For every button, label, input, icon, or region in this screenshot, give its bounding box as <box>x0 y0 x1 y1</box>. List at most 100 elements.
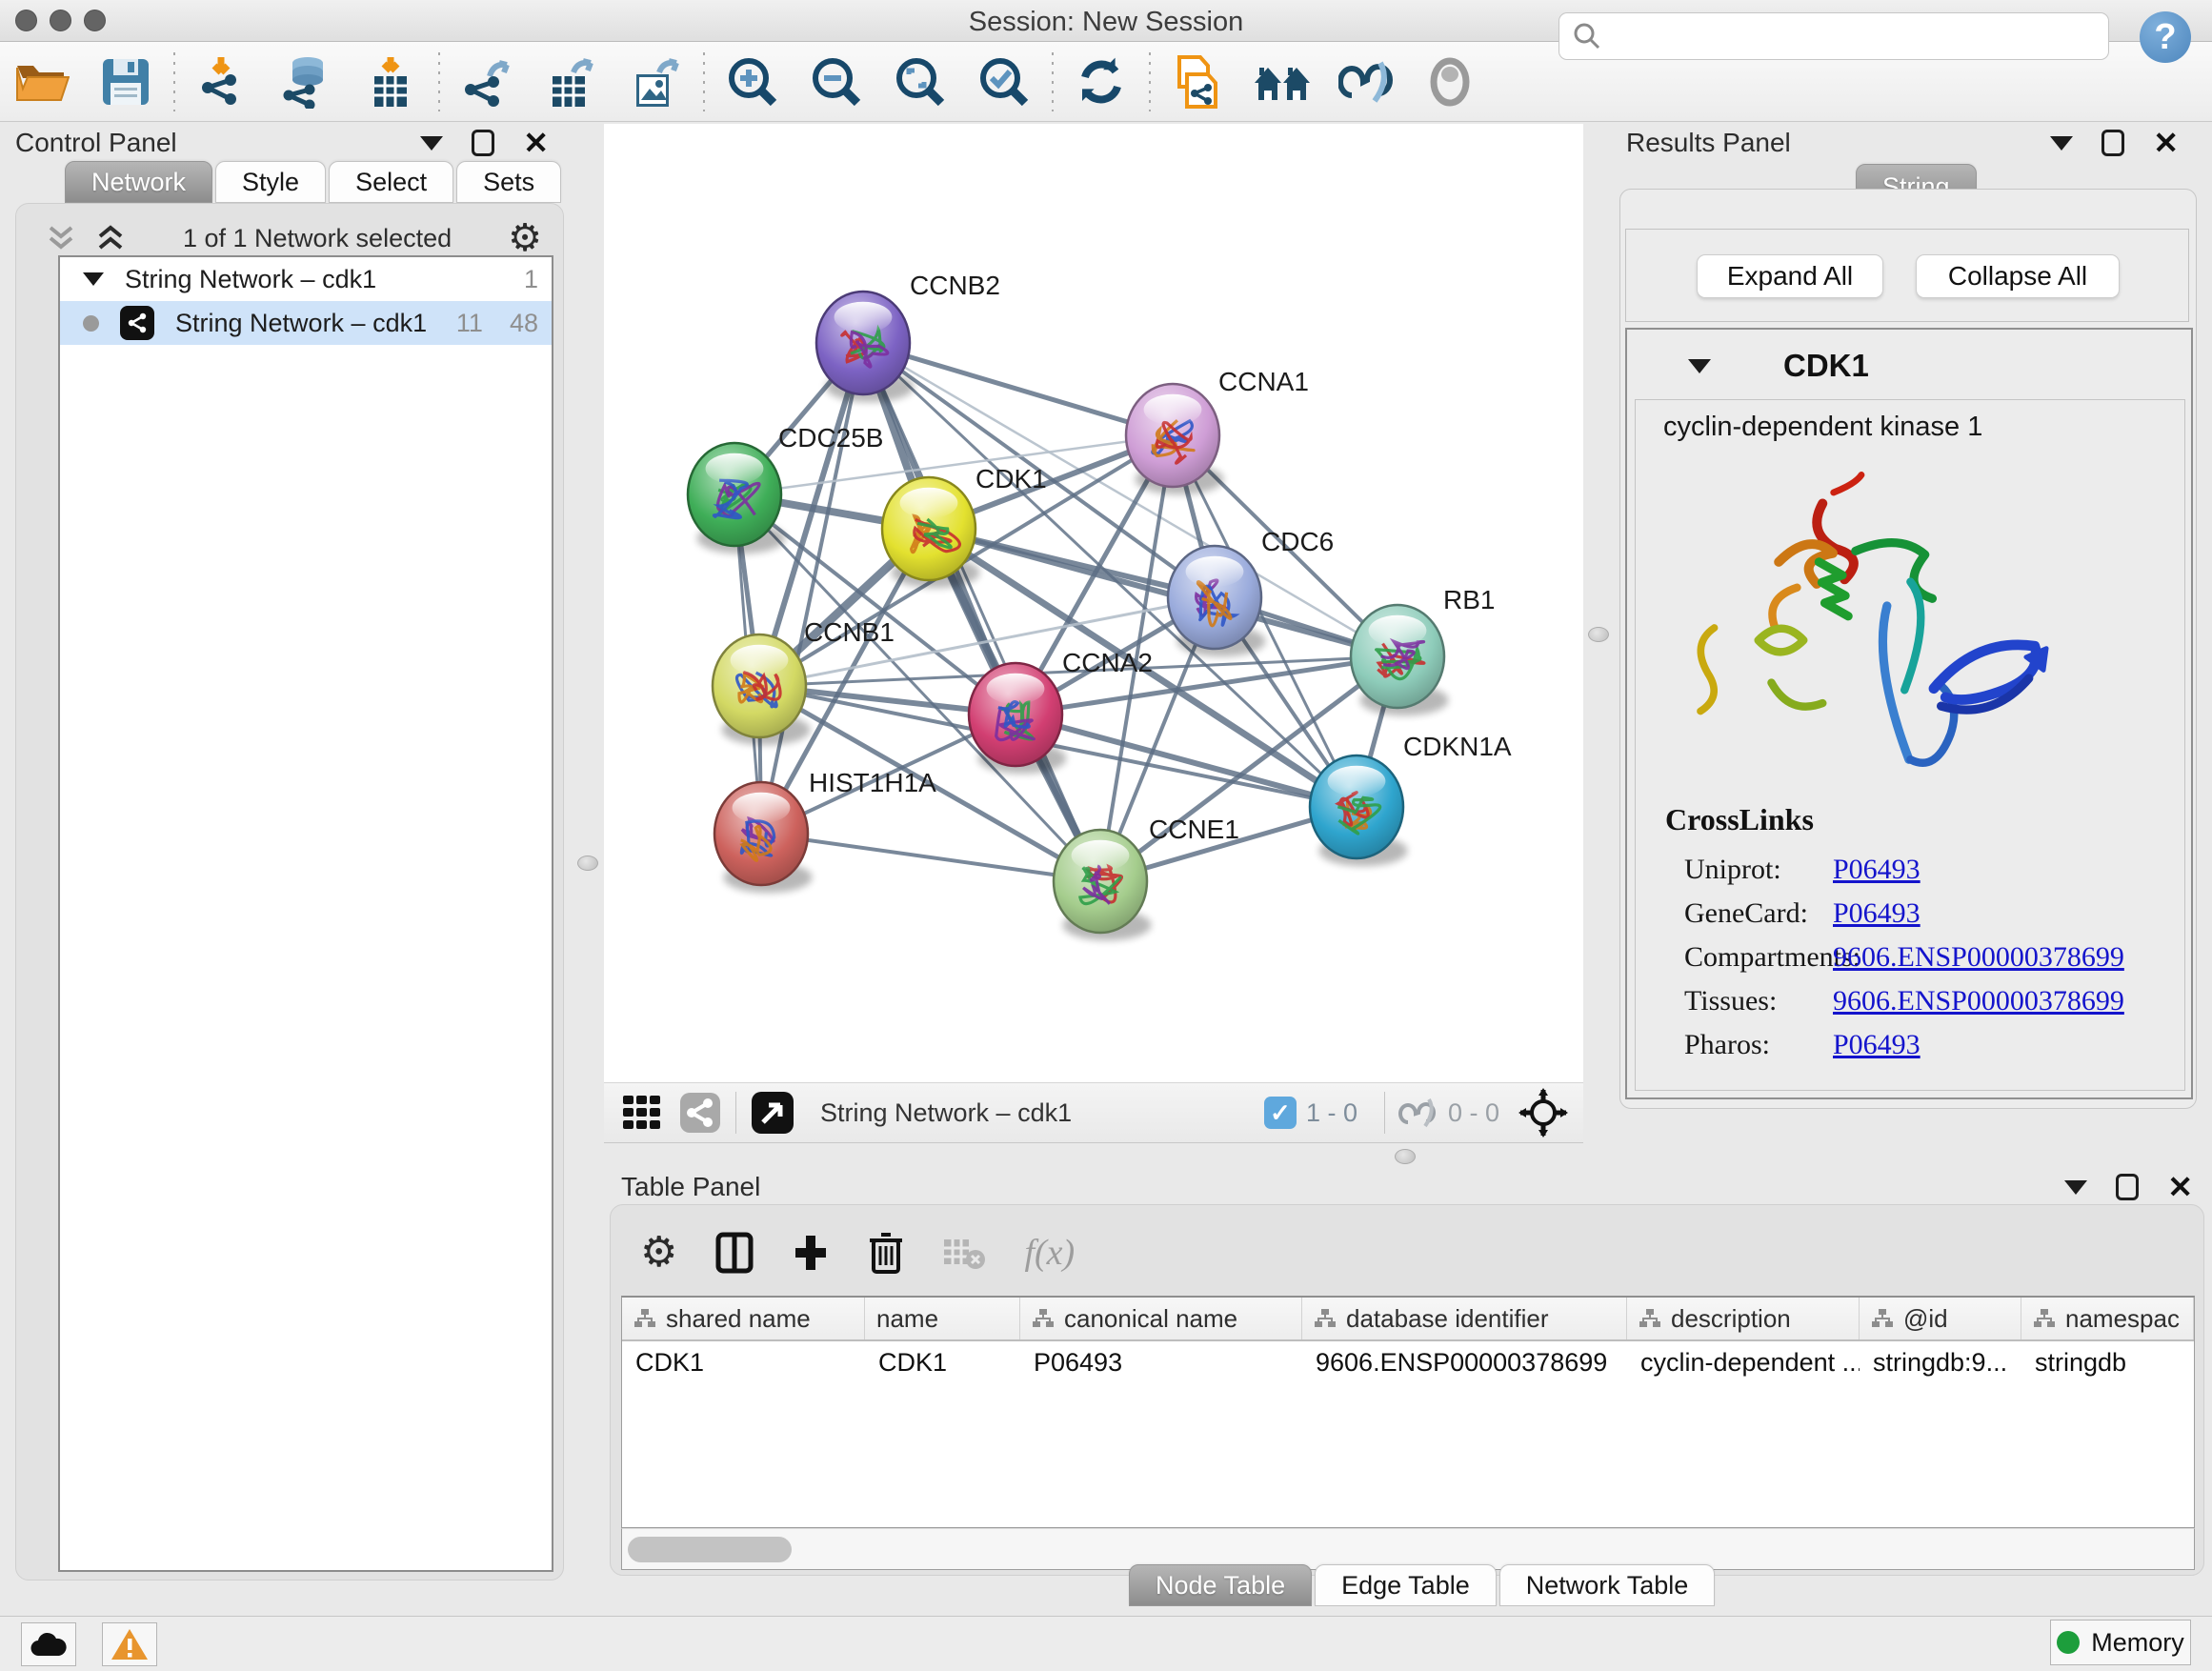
column-header-name[interactable]: name <box>865 1298 1020 1339</box>
right-splitter-handle[interactable] <box>1588 627 1609 642</box>
table-cell[interactable]: stringdb <box>2021 1341 2194 1383</box>
tree-row-collection[interactable]: String Network – cdk11 <box>60 257 552 301</box>
network-node-CDKN1A[interactable]: CDKN1A <box>1310 732 1512 866</box>
collapse-all-button[interactable]: Collapse All <box>1916 254 2120 298</box>
tree-expander-icon[interactable] <box>83 272 104 286</box>
export-image-button[interactable] <box>613 47 697 117</box>
table-cell[interactable]: CDK1 <box>622 1341 865 1383</box>
tab-node-table[interactable]: Node Table <box>1129 1564 1312 1606</box>
network-canvas[interactable]: CCNB2CCNA1CDC25BCDK1CDC6RB1CCNB1CCNA2CDK… <box>604 124 1583 1082</box>
cloud-button[interactable] <box>21 1622 76 1666</box>
collapse-all-networks-icon[interactable] <box>45 224 77 252</box>
tab-network-table[interactable]: Network Table <box>1499 1564 1716 1606</box>
column-header-canonical-name[interactable]: canonical name <box>1020 1298 1302 1339</box>
panel-menu-icon[interactable] <box>420 136 443 151</box>
warning-button[interactable] <box>102 1622 157 1666</box>
refresh-network-button[interactable] <box>1059 47 1143 117</box>
detach-view-icon[interactable] <box>750 1090 795 1136</box>
glasses-hidden-button[interactable] <box>1324 47 1408 117</box>
network-view-icon[interactable] <box>678 1091 722 1135</box>
count: 11 <box>456 309 483 338</box>
network-edge[interactable] <box>761 343 863 834</box>
column-header-shared-name[interactable]: shared name <box>622 1298 865 1339</box>
zoom-out-button[interactable] <box>794 47 878 117</box>
zoom-fit-button[interactable] <box>878 47 962 117</box>
zoom-fit-icon <box>894 55 947 109</box>
export-network-button[interactable] <box>446 47 530 117</box>
table-options-gear-icon[interactable] <box>640 1232 677 1274</box>
column-header--id[interactable]: @id <box>1860 1298 2021 1339</box>
tab-network[interactable]: Network <box>65 161 212 203</box>
open-session-button[interactable] <box>0 47 84 117</box>
network-node-CCNB2[interactable]: CCNB2 <box>816 271 1000 402</box>
crosslink-link[interactable]: 9606.ENSP00000378699 <box>1833 985 2124 1017</box>
eye-button[interactable] <box>1408 47 1492 117</box>
crosslink-link[interactable]: P06493 <box>1833 1029 1920 1061</box>
search-icon <box>1573 22 1601 50</box>
table-panel-tabs: Node TableEdge TableNetwork Table <box>1129 1564 1718 1606</box>
network-edge[interactable] <box>761 834 1100 881</box>
float-panel-icon[interactable] <box>2101 130 2124 156</box>
table-row[interactable]: CDK1CDK1P064939606.ENSP00000378699cyclin… <box>622 1341 2194 1383</box>
import-table-from-file-button[interactable] <box>349 47 432 117</box>
houses-button[interactable] <box>1240 47 1324 117</box>
panel-menu-icon[interactable] <box>2050 136 2073 151</box>
network-node-RB1[interactable]: RB1 <box>1351 585 1495 715</box>
table-cell[interactable]: 9606.ENSP00000378699 <box>1302 1341 1627 1383</box>
network-node-HIST1H1A[interactable]: HIST1H1A <box>714 768 936 893</box>
grid-view-icon[interactable] <box>621 1092 663 1134</box>
float-panel-icon[interactable] <box>472 130 494 156</box>
gene-section-expander-icon[interactable] <box>1688 359 1711 373</box>
horizontal-splitter-handle[interactable] <box>1395 1149 1416 1164</box>
tab-select[interactable]: Select <box>329 161 453 203</box>
column-header-database-identifier[interactable]: database identifier <box>1302 1298 1627 1339</box>
add-column-icon[interactable] <box>792 1232 830 1274</box>
scrollbar-thumb[interactable] <box>628 1537 792 1562</box>
selected-checkbox-icon[interactable] <box>1264 1097 1297 1129</box>
close-panel-icon[interactable] <box>523 128 549 158</box>
network-node-CDC6[interactable]: CDC6 <box>1168 527 1334 656</box>
table-cell[interactable]: stringdb:9... <box>1860 1341 2021 1383</box>
column-header-description[interactable]: description <box>1627 1298 1860 1339</box>
copy-documents-button[interactable] <box>1156 47 1240 117</box>
import-network-from-database-button[interactable] <box>265 47 349 117</box>
node-label-CCNE1: CCNE1 <box>1149 815 1239 844</box>
delete-column-icon[interactable] <box>868 1231 904 1275</box>
crosslink-link[interactable]: 9606.ENSP00000378699 <box>1833 941 2124 974</box>
table-cell[interactable]: P06493 <box>1020 1341 1302 1383</box>
open-folder-icon <box>14 58 70 106</box>
left-splitter-handle[interactable] <box>577 856 598 871</box>
show-columns-icon[interactable] <box>715 1232 754 1274</box>
expand-all-button[interactable]: Expand All <box>1697 254 1883 298</box>
zoom-in-button[interactable] <box>711 47 794 117</box>
table-cell[interactable]: CDK1 <box>865 1341 1020 1383</box>
table-cell[interactable]: cyclin-dependent ... <box>1627 1341 1860 1383</box>
results-panel-title: Results Panel <box>1626 128 1791 158</box>
network-options-gear-icon[interactable] <box>508 219 542 257</box>
import-network-from-file-button[interactable] <box>181 47 265 117</box>
save-session-button[interactable] <box>84 47 168 117</box>
panel-menu-icon[interactable] <box>2064 1180 2087 1195</box>
crosshair-icon[interactable] <box>1518 1088 1568 1137</box>
search-field <box>1558 12 2109 60</box>
help-button[interactable] <box>2140 11 2191 63</box>
float-panel-icon[interactable] <box>2116 1174 2139 1200</box>
close-panel-icon[interactable] <box>2167 1172 2193 1202</box>
export-table-button[interactable] <box>530 47 613 117</box>
tab-edge-table[interactable]: Edge Table <box>1315 1564 1497 1606</box>
crosslink-link[interactable]: P06493 <box>1833 897 1920 930</box>
crosslink-link[interactable]: P06493 <box>1833 854 1920 886</box>
tab-sets[interactable]: Sets <box>456 161 561 203</box>
zoom-selected-button[interactable] <box>962 47 1046 117</box>
memory-button[interactable]: Memory <box>2050 1620 2191 1665</box>
cloud-icon <box>30 1631 68 1658</box>
tree-row-network[interactable]: String Network – cdk11148 <box>60 301 552 345</box>
expand-all-networks-icon[interactable] <box>94 224 127 252</box>
network-node-CCNA2[interactable]: CCNA2 <box>969 648 1153 774</box>
network-node-CCNE1[interactable]: CCNE1 <box>1054 815 1239 940</box>
search-input[interactable] <box>1601 16 2108 56</box>
close-panel-icon[interactable] <box>2153 128 2179 158</box>
tab-style[interactable]: Style <box>215 161 326 203</box>
column-header-namespac[interactable]: namespac <box>2021 1298 2194 1339</box>
network-node-CCNA1[interactable]: CCNA1 <box>1126 367 1309 494</box>
